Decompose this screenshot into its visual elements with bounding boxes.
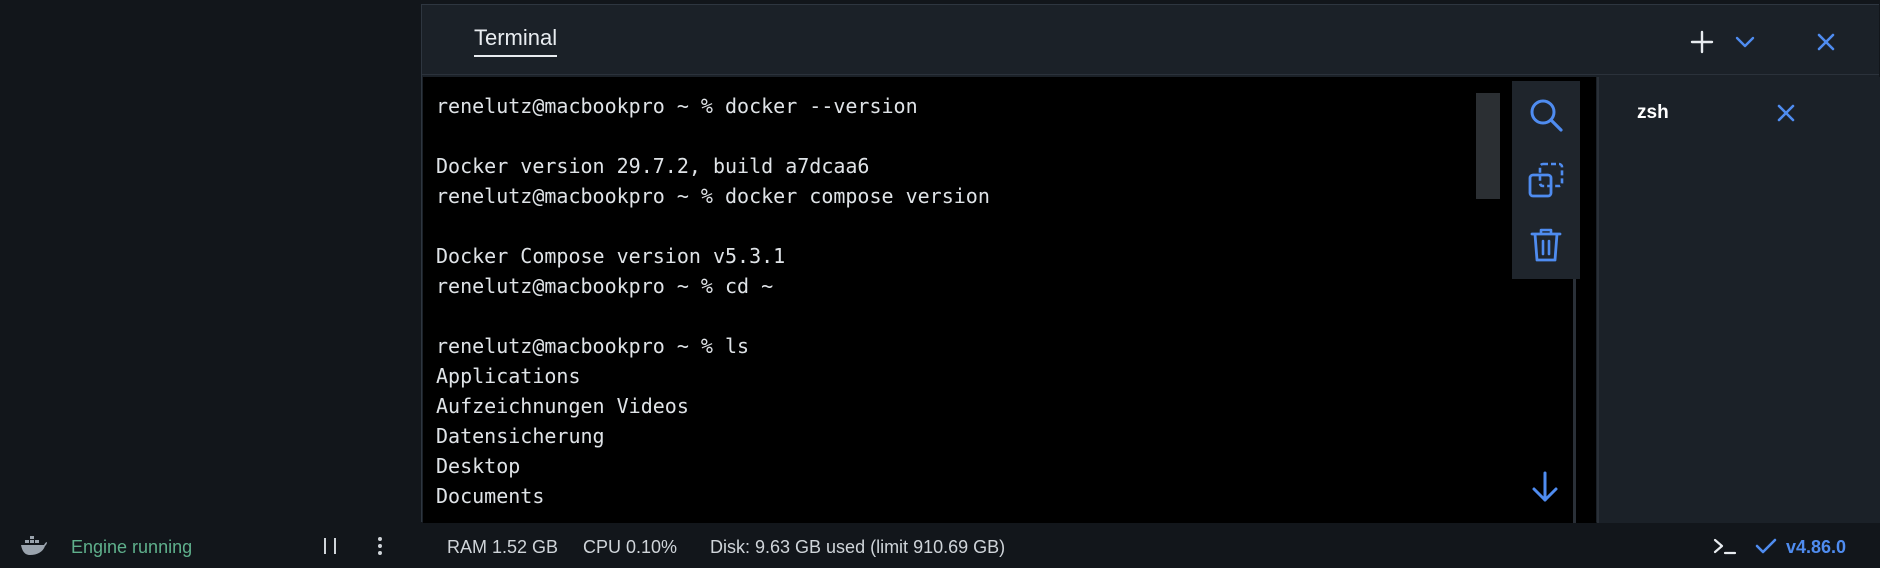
new-terminal-button[interactable] [1685, 25, 1719, 59]
check-icon [1754, 535, 1778, 562]
search-icon [1530, 99, 1563, 132]
docker-whale-icon [20, 534, 48, 563]
terminal-toolbar [1512, 81, 1580, 279]
terminal-lines: renelutz@macbookpro ~ % docker --version… [436, 91, 990, 511]
engine-status: Engine running [71, 537, 193, 557]
terminal-line: Aufzeichnungen Videos [436, 394, 689, 418]
terminal-line: renelutz@macbookpro ~ % docker --version [436, 94, 918, 118]
ram-usage: RAM 1.52 GB [447, 537, 559, 557]
terminal-icon [1713, 538, 1737, 555]
terminal-line: Docker version 29.7.2, build a7dcaa6 [436, 154, 870, 178]
terminal-line: Docker Compose version v5.3.1 [436, 244, 786, 268]
arrow-down-icon [1532, 471, 1558, 502]
search-button[interactable] [1526, 95, 1566, 135]
terminal-line: renelutz@macbookpro ~ % docker compose v… [436, 184, 990, 208]
cpu-usage: CPU 0.10% [583, 537, 678, 557]
terminal-line: Desktop [436, 454, 521, 478]
version-label[interactable]: v4.86.0 [1786, 536, 1846, 558]
terminal-line: Documents [436, 484, 545, 508]
session-name: zsh [1637, 102, 1669, 123]
scrollbar-thumb[interactable] [1476, 93, 1500, 199]
terminal-prompt-button[interactable] [1712, 534, 1738, 563]
terminal-line: renelutz@macbookpro ~ % ls [436, 334, 750, 358]
trash-icon [1530, 228, 1562, 262]
scroll-to-bottom-button[interactable] [1525, 467, 1565, 507]
terminal-panel-header: Terminal [422, 5, 1879, 75]
terminal-panel: Terminal renelutz@macbookpro ~ % docker … [421, 4, 1880, 523]
copy-button[interactable] [1526, 161, 1566, 201]
terminal-output[interactable]: renelutz@macbookpro ~ % docker --version… [423, 77, 1596, 523]
close-icon [1817, 33, 1835, 51]
pause-icon [324, 538, 336, 554]
engine-menu-button[interactable] [374, 534, 386, 563]
close-panel-button[interactable] [1809, 25, 1843, 59]
more-vertical-icon [378, 537, 382, 555]
terminal-line: renelutz@macbookpro ~ % cd ~ [436, 274, 774, 298]
close-icon [1777, 104, 1795, 122]
scroll-track [1573, 279, 1576, 523]
close-session-button[interactable] [1770, 97, 1802, 129]
app-root: Terminal renelutz@macbookpro ~ % docker … [0, 0, 1880, 568]
copy-icon [1528, 162, 1564, 198]
terminal-line: Datensicherung [436, 424, 605, 448]
status-bar: Engine running RAM 1.52 GB CPU 0.10% Dis… [0, 526, 1880, 568]
clear-terminal-button[interactable] [1526, 225, 1566, 265]
plus-icon [1690, 30, 1714, 54]
session-item-zsh[interactable]: zsh [1599, 93, 1880, 133]
pause-engine-button[interactable] [320, 534, 340, 563]
disk-usage: Disk: 9.63 GB used (limit 910.69 GB) [710, 537, 1006, 557]
terminal-line: Applications [436, 364, 581, 388]
terminal-sessions-list: zsh [1597, 77, 1880, 523]
terminal-options-button[interactable] [1728, 25, 1762, 59]
tab-terminal[interactable]: Terminal [474, 25, 558, 57]
chevron-down-icon [1735, 36, 1755, 48]
